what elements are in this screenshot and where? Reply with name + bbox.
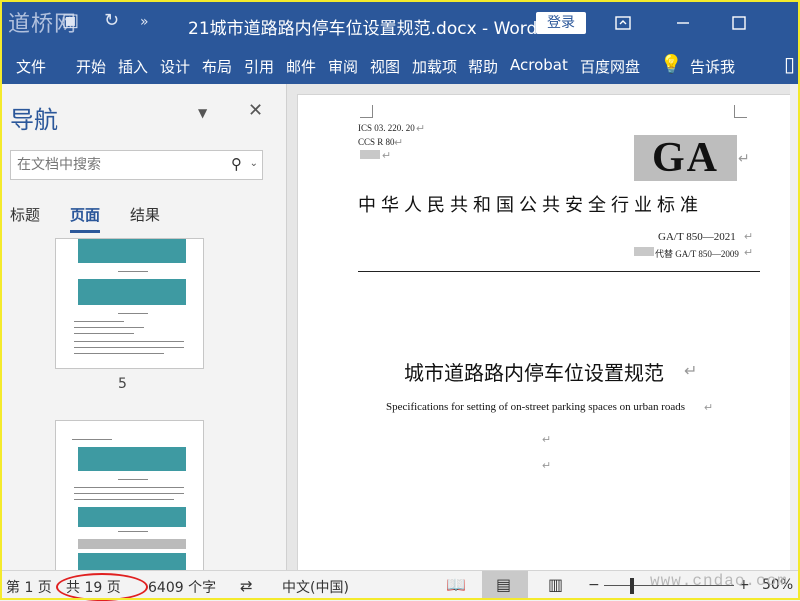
nav-tab-results[interactable]: 结果 bbox=[130, 204, 160, 225]
paragraph-mark: ↵ bbox=[738, 152, 750, 167]
tab-insert[interactable]: 插入 bbox=[118, 56, 148, 77]
minimize-icon[interactable] bbox=[668, 10, 698, 36]
thumbnail-text-line bbox=[74, 499, 174, 500]
nav-tab-headings[interactable]: 标题 bbox=[10, 204, 40, 225]
replaces-standard: 代替 GA/T 850—2009 bbox=[655, 249, 739, 259]
thumbnail-text-line bbox=[74, 353, 164, 354]
page-thumbnail-5[interactable] bbox=[55, 238, 204, 369]
thumbnail-text-line bbox=[74, 321, 124, 322]
nav-search-input[interactable] bbox=[11, 151, 223, 179]
document-title-english: Specifications for setting of on-street … bbox=[386, 401, 686, 413]
tab-baidu-netdisk[interactable]: 百度网盘 bbox=[580, 56, 640, 77]
read-mode-icon[interactable]: 📖 bbox=[446, 575, 466, 594]
paragraph-mark: ↵ bbox=[704, 402, 714, 414]
tab-references[interactable]: 引用 bbox=[244, 56, 274, 77]
thumbnail-figure bbox=[78, 447, 186, 471]
thumbnail-text-line bbox=[72, 439, 112, 440]
crop-mark bbox=[360, 105, 373, 118]
tab-layout[interactable]: 布局 bbox=[202, 56, 232, 77]
ics-code: ICS 03. 220. 20 bbox=[358, 123, 415, 133]
share-icon[interactable]: ▯ bbox=[784, 52, 795, 76]
paragraph-mark: ↵ bbox=[542, 460, 552, 472]
navigation-pane: 导航 ▼ ✕ ⚲ ⌄ 标题 页面 结果 5 bbox=[0, 84, 287, 571]
redacted-block bbox=[360, 150, 380, 159]
thumbnail-figure bbox=[78, 553, 186, 571]
tab-help[interactable]: 帮助 bbox=[468, 56, 498, 77]
tab-mailings[interactable]: 邮件 bbox=[286, 56, 316, 77]
document-area: ICS 03. 220. 20 ↵ CCS R 80 ↵ ↵ GA ↵ 中华人民… bbox=[287, 84, 800, 572]
ribbon-tabs: 文件 开始 插入 设计 布局 引用 邮件 审阅 视图 加载项 帮助 Acroba… bbox=[0, 48, 800, 84]
tab-view[interactable]: 视图 bbox=[370, 56, 400, 77]
tab-addins[interactable]: 加载项 bbox=[412, 56, 457, 77]
thumbnail-figure bbox=[78, 279, 186, 305]
save-icon[interactable]: ▣ bbox=[62, 10, 79, 31]
standard-category-heading: 中华人民共和国公共安全行业标准 bbox=[358, 195, 703, 216]
site-watermark-url: www.cndao.com bbox=[650, 572, 788, 590]
thumbnail-gray-band bbox=[78, 539, 186, 549]
crop-mark bbox=[734, 105, 747, 118]
nav-options-chevron-icon[interactable]: ▼ bbox=[198, 106, 207, 120]
customize-toolbar-icon[interactable]: » bbox=[140, 14, 149, 30]
document-title-chinese: 城市道路路内停车位设置规范 bbox=[404, 361, 664, 385]
paragraph-mark: ↵ bbox=[744, 231, 754, 243]
search-options-chevron-icon[interactable]: ⌄ bbox=[250, 158, 258, 169]
thumbnail-text-line bbox=[74, 341, 184, 342]
standard-code: GA/T 850—2021 bbox=[658, 231, 736, 243]
nav-pane-title: 导航 bbox=[10, 106, 58, 134]
language-indicator[interactable]: 中文(中国) bbox=[282, 577, 349, 597]
word-count[interactable]: 6409 个字 bbox=[148, 577, 216, 597]
tab-file[interactable]: 文件 bbox=[16, 56, 46, 77]
close-icon[interactable]: ✕ bbox=[248, 100, 263, 121]
tell-me-search[interactable]: 告诉我 bbox=[690, 56, 735, 77]
tab-home[interactable]: 开始 bbox=[76, 56, 106, 77]
print-layout-icon[interactable]: ▤ bbox=[496, 575, 511, 594]
maximize-icon[interactable] bbox=[724, 10, 754, 36]
redo-icon[interactable]: ↻ bbox=[104, 10, 119, 31]
ribbon-display-icon[interactable] bbox=[608, 10, 638, 36]
thumbnail-text-line bbox=[74, 493, 184, 494]
thumbnail-text-line bbox=[74, 333, 134, 334]
paragraph-mark: ↵ bbox=[542, 434, 552, 446]
paragraph-mark: ↵ bbox=[394, 137, 404, 149]
accessibility-icon[interactable]: ⇄ bbox=[240, 577, 253, 595]
thumbnail-caption bbox=[118, 531, 148, 532]
highlight-annotation-oval bbox=[56, 573, 148, 601]
thumbnail-page-number: 5 bbox=[118, 376, 127, 392]
thumbnail-caption bbox=[118, 479, 148, 480]
zoom-slider-thumb[interactable] bbox=[630, 578, 634, 594]
web-layout-icon[interactable]: ▥ bbox=[548, 575, 563, 594]
paragraph-mark: ↵ bbox=[416, 123, 426, 135]
sign-in-button[interactable]: 登录 bbox=[536, 12, 586, 34]
page-thumbnail-6[interactable] bbox=[55, 420, 204, 571]
search-icon[interactable]: ⚲ bbox=[231, 155, 242, 173]
thumbnail-caption bbox=[118, 271, 148, 272]
page-indicator[interactable]: 第 1 页 bbox=[6, 577, 52, 597]
tab-design[interactable]: 设计 bbox=[160, 56, 190, 77]
nav-search-box[interactable]: ⚲ ⌄ bbox=[10, 150, 263, 180]
thumbnail-text-line bbox=[74, 327, 144, 328]
ga-standard-logo: GA bbox=[634, 135, 737, 181]
paragraph-mark: ↵ bbox=[744, 247, 754, 259]
thumbnail-figure bbox=[78, 239, 186, 263]
thumbnail-text-line bbox=[74, 347, 184, 348]
nav-tab-pages[interactable]: 页面 bbox=[70, 204, 101, 233]
paragraph-mark: ↵ bbox=[684, 363, 698, 380]
vertical-scrollbar[interactable] bbox=[790, 84, 800, 570]
zoom-out-icon[interactable]: − bbox=[588, 577, 600, 593]
document-page[interactable]: ICS 03. 220. 20 ↵ CCS R 80 ↵ ↵ GA ↵ 中华人民… bbox=[297, 94, 793, 572]
thumbnail-figure bbox=[78, 507, 186, 527]
tab-review[interactable]: 审阅 bbox=[328, 56, 358, 77]
title-bar: 道桥网 ▣ ↻ » 21城市道路路内停车位设置规范.docx - Word 登录 bbox=[0, 0, 800, 48]
lightbulb-icon[interactable]: 💡 bbox=[660, 54, 682, 75]
tab-acrobat[interactable]: Acrobat bbox=[510, 56, 568, 74]
paragraph-mark: ↵ bbox=[382, 150, 392, 162]
ccs-code: CCS R 80 bbox=[358, 137, 395, 147]
redacted-block bbox=[634, 247, 654, 256]
thumbnail-caption bbox=[118, 313, 148, 314]
thumbnail-text-line bbox=[74, 487, 184, 488]
header-rule bbox=[358, 271, 760, 272]
window-title: 21城市道路路内停车位设置规范.docx - Word bbox=[188, 19, 538, 39]
